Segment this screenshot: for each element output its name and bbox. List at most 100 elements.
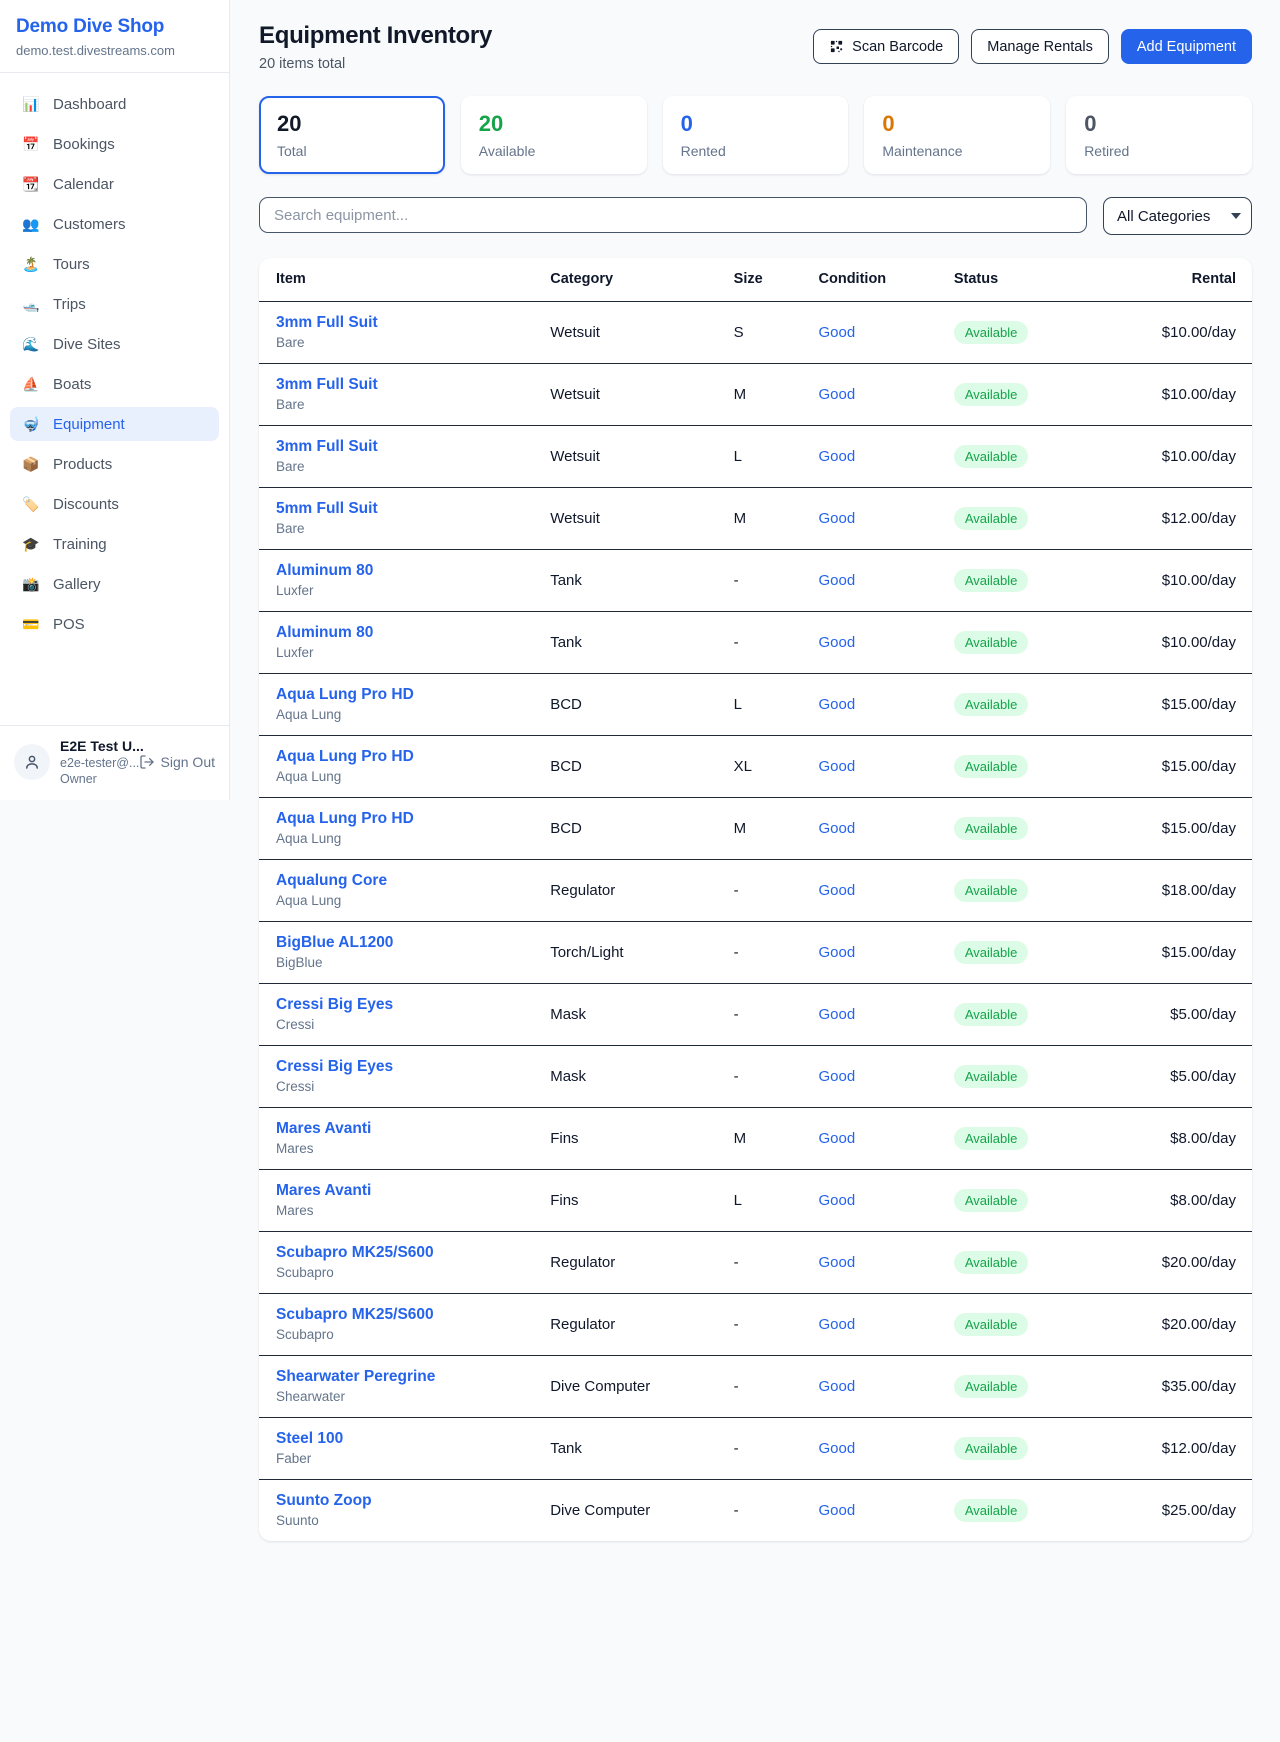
condition-link[interactable]: Good — [819, 820, 856, 837]
condition-link[interactable]: Good — [819, 1068, 856, 1085]
item-link[interactable]: Scubapro MK25/S600 — [276, 1306, 534, 1324]
equipment-table-card: ItemCategorySizeConditionStatusRental 3m… — [259, 258, 1252, 1541]
person-icon — [23, 753, 41, 771]
item-size: M — [726, 797, 811, 859]
sidebar-item-training[interactable]: 🎓Training — [10, 527, 219, 561]
status-badge: Available — [954, 879, 1029, 902]
item-brand: Bare — [276, 521, 534, 536]
sidebar-item-equipment[interactable]: 🤿Equipment — [10, 407, 219, 441]
stat-card-maintenance[interactable]: 0Maintenance — [864, 96, 1050, 174]
item-size: L — [726, 673, 811, 735]
sidebar-item-dive-sites[interactable]: 🌊Dive Sites — [10, 327, 219, 361]
sidebar-item-dashboard[interactable]: 📊Dashboard — [10, 87, 219, 121]
condition-link[interactable]: Good — [819, 324, 856, 341]
item-category: Wetsuit — [542, 301, 725, 363]
condition-link[interactable]: Good — [819, 1192, 856, 1209]
stat-label: Rented — [681, 143, 831, 159]
condition-link[interactable]: Good — [819, 1502, 856, 1519]
condition-link[interactable]: Good — [819, 882, 856, 899]
stat-card-total[interactable]: 20Total — [259, 96, 445, 174]
item-category: Regulator — [542, 859, 725, 921]
sidebar-item-gallery[interactable]: 📸Gallery — [10, 567, 219, 601]
add-equipment-button[interactable]: Add Equipment — [1121, 29, 1252, 64]
condition-link[interactable]: Good — [819, 572, 856, 589]
status-badge: Available — [954, 693, 1029, 716]
sidebar-item-label: POS — [53, 616, 85, 633]
status-badge: Available — [954, 1375, 1029, 1398]
item-brand: Luxfer — [276, 583, 534, 598]
sidebar-item-calendar[interactable]: 📆Calendar — [10, 167, 219, 201]
item-rental-rate: $10.00/day — [1114, 301, 1252, 363]
sidebar-item-label: Dive Sites — [53, 336, 121, 353]
category-filter-select[interactable]: All Categories — [1103, 197, 1252, 235]
condition-link[interactable]: Good — [819, 1254, 856, 1271]
condition-link[interactable]: Good — [819, 758, 856, 775]
sidebar-item-label: Customers — [53, 216, 126, 233]
item-link[interactable]: Aqualung Core — [276, 872, 534, 890]
item-link[interactable]: Cressi Big Eyes — [276, 996, 534, 1014]
sign-out-label: Sign Out — [161, 754, 215, 770]
sidebar-item-trips[interactable]: 🛥️Trips — [10, 287, 219, 321]
sidebar-item-bookings[interactable]: 📅Bookings — [10, 127, 219, 161]
condition-link[interactable]: Good — [819, 1006, 856, 1023]
item-link[interactable]: 5mm Full Suit — [276, 500, 534, 518]
item-link[interactable]: Steel 100 — [276, 1430, 534, 1448]
item-size: L — [726, 425, 811, 487]
sidebar-item-pos[interactable]: 💳POS — [10, 607, 219, 641]
equipment-icon: 🤿 — [22, 416, 40, 433]
stat-card-available[interactable]: 20Available — [461, 96, 647, 174]
search-input[interactable] — [259, 197, 1087, 233]
stat-value: 0 — [882, 111, 1032, 137]
manage-rentals-button[interactable]: Manage Rentals — [971, 29, 1109, 64]
stat-card-retired[interactable]: 0Retired — [1066, 96, 1252, 174]
item-rental-rate: $10.00/day — [1114, 549, 1252, 611]
sign-out-button[interactable]: Sign Out — [139, 754, 215, 770]
sidebar-item-tours[interactable]: 🏝️Tours — [10, 247, 219, 281]
item-link[interactable]: Aqua Lung Pro HD — [276, 748, 534, 766]
table-row: Mares AvantiMaresFinsLGoodAvailable$8.00… — [259, 1169, 1252, 1231]
item-rental-rate: $5.00/day — [1114, 983, 1252, 1045]
user-name: E2E Test U... — [60, 738, 129, 754]
condition-link[interactable]: Good — [819, 448, 856, 465]
condition-link[interactable]: Good — [819, 1316, 856, 1333]
sidebar-item-boats[interactable]: ⛵Boats — [10, 367, 219, 401]
item-brand: Bare — [276, 335, 534, 350]
avatar — [14, 744, 50, 780]
stat-card-rented[interactable]: 0Rented — [663, 96, 849, 174]
item-link[interactable]: 3mm Full Suit — [276, 376, 534, 394]
condition-link[interactable]: Good — [819, 1378, 856, 1395]
condition-link[interactable]: Good — [819, 1440, 856, 1457]
condition-link[interactable]: Good — [819, 386, 856, 403]
condition-link[interactable]: Good — [819, 1130, 856, 1147]
item-brand: Aqua Lung — [276, 707, 534, 722]
item-link[interactable]: Shearwater Peregrine — [276, 1368, 534, 1386]
item-link[interactable]: Aluminum 80 — [276, 562, 534, 580]
sidebar-item-discounts[interactable]: 🏷️Discounts — [10, 487, 219, 521]
item-link[interactable]: 3mm Full Suit — [276, 438, 534, 456]
brand-title[interactable]: Demo Dive Shop — [16, 16, 213, 38]
item-link[interactable]: Aqua Lung Pro HD — [276, 810, 534, 828]
condition-link[interactable]: Good — [819, 510, 856, 527]
item-link[interactable]: Cressi Big Eyes — [276, 1058, 534, 1076]
sidebar-item-products[interactable]: 📦Products — [10, 447, 219, 481]
item-link[interactable]: 3mm Full Suit — [276, 314, 534, 332]
item-link[interactable]: BigBlue AL1200 — [276, 934, 534, 952]
condition-link[interactable]: Good — [819, 696, 856, 713]
condition-link[interactable]: Good — [819, 634, 856, 651]
item-link[interactable]: Aluminum 80 — [276, 624, 534, 642]
sidebar-item-label: Tours — [53, 256, 90, 273]
item-size: - — [726, 1355, 811, 1417]
item-link[interactable]: Suunto Zoop — [276, 1492, 534, 1510]
item-link[interactable]: Scubapro MK25/S600 — [276, 1244, 534, 1262]
item-rental-rate: $15.00/day — [1114, 797, 1252, 859]
sidebar-item-customers[interactable]: 👥Customers — [10, 207, 219, 241]
item-link[interactable]: Mares Avanti — [276, 1182, 534, 1200]
sidebar-item-label: Gallery — [53, 576, 101, 593]
item-category: BCD — [542, 735, 725, 797]
table-row: Aqua Lung Pro HDAqua LungBCDXLGoodAvaila… — [259, 735, 1252, 797]
add-equipment-label: Add Equipment — [1137, 39, 1236, 55]
item-link[interactable]: Mares Avanti — [276, 1120, 534, 1138]
item-link[interactable]: Aqua Lung Pro HD — [276, 686, 534, 704]
scan-barcode-button[interactable]: Scan Barcode — [813, 29, 959, 64]
condition-link[interactable]: Good — [819, 944, 856, 961]
